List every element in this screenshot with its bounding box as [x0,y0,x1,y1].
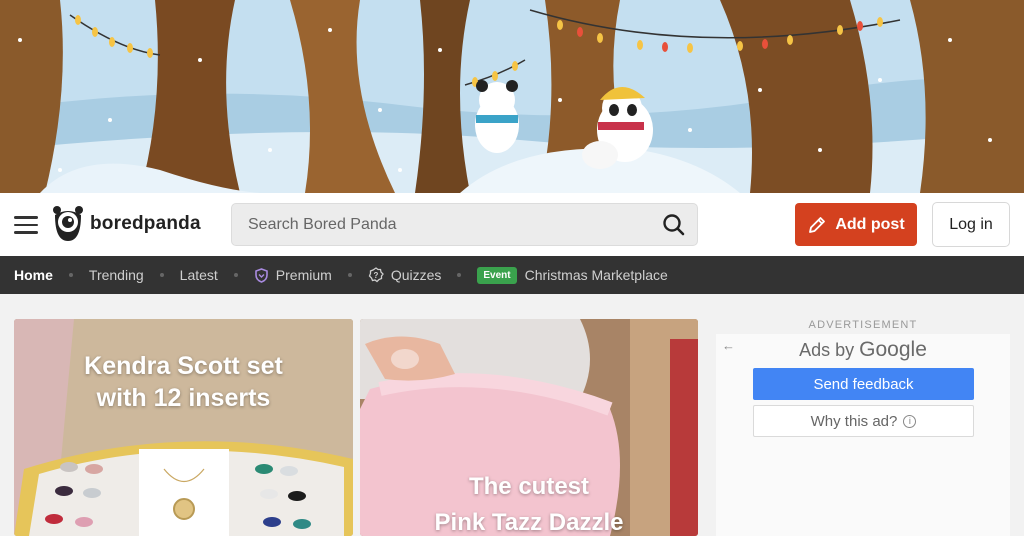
nav-item-premium[interactable]: Premium [254,267,332,283]
logo-wordmark: boredpanda [90,213,201,234]
nav-item-christmas-marketplace[interactable]: Event Christmas Marketplace [477,266,668,284]
nav-item-home[interactable]: Home [14,267,53,283]
ad-box: ← Ads by Google Send feedback Why this a… [716,334,1010,536]
search-box [231,203,698,246]
post-caption: Kendra Scott set with 12 inserts [84,352,283,412]
nav-item-latest[interactable]: Latest [180,267,218,283]
why-this-ad-button[interactable]: Why this ad? i [753,405,974,437]
category-nav: Home Trending Latest Premium ? Quizzes E… [0,256,1024,294]
post-card-pink-tazz[interactable]: The cutest Pink Tazz Dazzle [360,319,698,536]
shield-icon [254,267,269,283]
send-feedback-button[interactable]: Send feedback [753,368,974,400]
nav-separator [233,273,238,277]
nav-separator [347,273,352,277]
ads-by-google: Ads by Google [799,338,927,361]
site-logo[interactable]: boredpanda [52,205,201,243]
login-button[interactable]: Log in [932,202,1010,247]
search-icon[interactable] [661,212,687,238]
nav-item-quizzes[interactable]: ? Quizzes [368,267,441,283]
nav-separator [68,273,73,277]
search-input[interactable] [232,204,652,245]
pencil-icon [809,216,826,233]
add-post-button[interactable]: Add post [795,203,917,246]
event-badge: Event [477,266,517,284]
site-header: boredpanda Add post Log in [0,193,1024,256]
login-label: Log in [949,215,993,233]
post-card-kendra-scott[interactable]: Kendra Scott set with 12 inserts [14,319,353,536]
info-icon: i [903,414,917,428]
svg-text:?: ? [373,271,378,280]
add-post-label: Add post [835,215,905,233]
panda-logo-icon [53,206,83,241]
hamburger-menu-icon[interactable] [14,216,38,234]
advertisement-panel: ADVERTISEMENT ← Ads by Google Send feedb… [716,319,1010,536]
nav-separator [159,273,164,277]
nav-item-trending[interactable]: Trending [89,267,144,283]
post-caption: The cutest Pink Tazz Dazzle [434,473,624,536]
question-badge-icon: ? [368,267,384,283]
advertisement-label: ADVERTISEMENT [808,319,918,331]
nav-separator [457,273,462,277]
winter-banner [0,0,1024,193]
